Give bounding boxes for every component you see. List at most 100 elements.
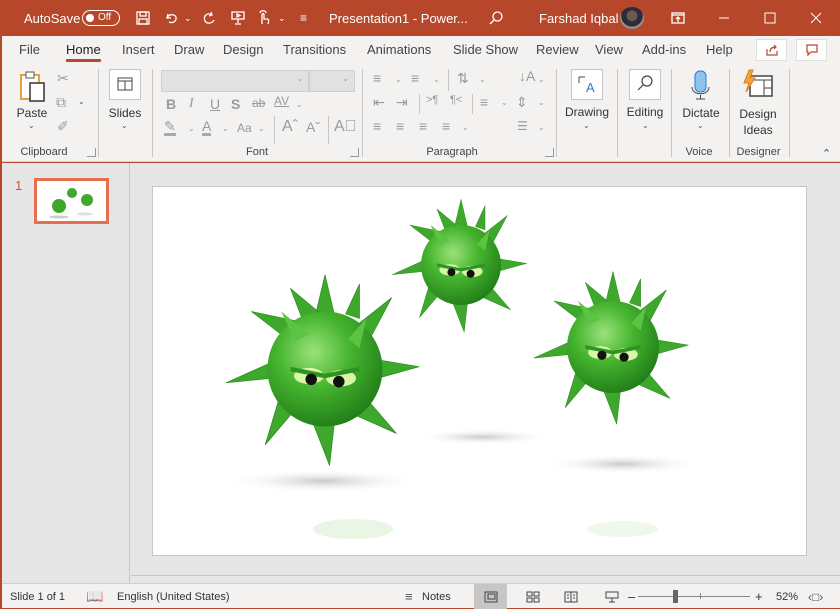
customize-qat-icon[interactable]: ≡ — [300, 0, 307, 36]
close-button[interactable] — [793, 0, 839, 36]
tab-view[interactable]: View — [595, 36, 623, 64]
tab-design[interactable]: Design — [223, 36, 263, 64]
zoom-level[interactable]: 52% — [776, 584, 798, 609]
font-color-icon[interactable]: A — [202, 119, 212, 136]
redo-button[interactable] — [198, 0, 220, 36]
drawing-chevron-icon[interactable]: ⌄ — [583, 121, 590, 130]
font-size-combo[interactable]: ⌄ — [309, 70, 355, 92]
undo-dropdown-chevron-icon[interactable]: ⌄ — [184, 0, 192, 36]
decrease-font-size-icon[interactable]: Aˇ — [306, 119, 320, 135]
increase-font-size-icon[interactable]: Aˆ — [282, 118, 298, 136]
character-spacing-icon[interactable]: AV — [274, 94, 289, 108]
highlight-chevron-icon[interactable]: ⌄ — [188, 124, 195, 133]
save-button[interactable] — [132, 0, 154, 36]
align-right-icon[interactable]: ≡ — [419, 118, 427, 134]
notes-button[interactable]: Notes — [422, 584, 451, 609]
touch-mode-chevron-icon[interactable]: ⌄ — [278, 0, 286, 36]
autosave-toggle[interactable]: Off — [82, 10, 120, 26]
design-ideas-button[interactable] — [742, 69, 776, 101]
justify-icon[interactable]: ≡ — [442, 118, 450, 134]
clear-formatting-icon[interactable]: A⃘ — [334, 118, 357, 136]
spelling-check-icon[interactable]: 📖 — [86, 584, 103, 609]
tab-add-ins[interactable]: Add-ins — [642, 36, 686, 64]
highlight-icon[interactable]: ✎ — [164, 119, 176, 136]
increase-indent-icon[interactable]: ⇥ — [396, 94, 408, 111]
maximize-button[interactable] — [747, 0, 793, 36]
drawing-label[interactable]: Drawing — [563, 105, 611, 119]
zoom-out-button[interactable]: – — [628, 584, 635, 609]
align-text-icon[interactable]: ⇕ — [516, 94, 528, 111]
dictate-button[interactable] — [686, 69, 716, 103]
slides-chevron-icon[interactable]: ⌄ — [121, 121, 128, 130]
convert-to-smartart-icon[interactable]: ☰ — [517, 119, 528, 133]
numbering-icon[interactable]: ≡ — [411, 70, 419, 86]
slide-canvas[interactable] — [152, 186, 807, 556]
tab-draw[interactable]: Draw — [174, 36, 204, 64]
line-spacing-icon[interactable]: ⇅ — [457, 70, 469, 87]
language-indicator[interactable]: English (United States) — [117, 584, 230, 609]
columns-chevron-icon[interactable]: ⌄ — [501, 98, 508, 107]
editing-label[interactable]: Editing — [622, 105, 668, 119]
smartart-chevron-icon[interactable]: ⌄ — [538, 123, 545, 132]
slide-thumbnail[interactable] — [34, 178, 109, 224]
comments-button[interactable] — [796, 39, 827, 61]
italic-icon[interactable]: I — [189, 96, 194, 112]
tab-review[interactable]: Review — [536, 36, 579, 64]
columns-icon[interactable]: ≡ — [480, 94, 488, 110]
editing-button[interactable] — [629, 69, 661, 100]
zoom-slider[interactable] — [638, 596, 750, 597]
paragraph-launcher-icon[interactable] — [545, 148, 554, 157]
text-direction-chevron-icon[interactable]: ⌄ — [538, 75, 545, 84]
format-painter-icon[interactable]: ✐ — [57, 118, 69, 135]
share-button[interactable] — [756, 39, 787, 61]
copy-icon[interactable]: ⧉ — [56, 94, 66, 111]
slides-label[interactable]: Slides — [106, 106, 144, 120]
zoom-slider-thumb[interactable] — [673, 590, 678, 603]
align-left-icon[interactable]: ≡ — [373, 118, 381, 134]
font-launcher-icon[interactable] — [350, 148, 359, 157]
font-name-combo[interactable]: ⌄ — [161, 70, 309, 92]
user-name[interactable]: Farshad Iqbal — [539, 0, 619, 36]
notes-icon[interactable]: ≡ — [405, 584, 413, 609]
editing-chevron-icon[interactable]: ⌄ — [642, 121, 649, 130]
bullets-chevron-icon[interactable]: ⌄ — [395, 75, 402, 84]
right-to-left-icon[interactable]: ¶< — [450, 94, 462, 106]
align-center-icon[interactable]: ≡ — [396, 118, 404, 134]
change-case-chevron-icon[interactable]: ⌄ — [258, 124, 265, 133]
spacing-chevron-icon[interactable]: ⌄ — [296, 100, 303, 109]
slide-sorter-button[interactable] — [516, 584, 549, 609]
text-direction-icon[interactable]: ↓A — [519, 68, 535, 84]
dictate-label[interactable]: Dictate — [679, 106, 723, 120]
cut-icon[interactable]: ✂ — [57, 70, 69, 87]
paste-dropdown-chevron-icon[interactable]: ⌄ — [28, 121, 35, 130]
font-color-chevron-icon[interactable]: ⌄ — [222, 124, 229, 133]
bold-icon[interactable]: B — [166, 96, 176, 112]
underline-icon[interactable]: U — [210, 96, 220, 112]
tab-help[interactable]: Help — [706, 36, 733, 64]
touch-mode-button[interactable] — [253, 0, 275, 36]
decrease-indent-icon[interactable]: ⇤ — [373, 94, 385, 111]
fit-to-window-icon[interactable]: ‹□› — [808, 584, 823, 609]
new-slide-button[interactable] — [109, 69, 141, 100]
slide-show-button[interactable] — [595, 584, 628, 609]
shadow-icon[interactable]: S — [231, 96, 240, 112]
tab-slide-show[interactable]: Slide Show — [453, 36, 518, 64]
search-button[interactable] — [485, 0, 507, 36]
numbering-chevron-icon[interactable]: ⌄ — [433, 75, 440, 84]
undo-button[interactable] — [161, 0, 183, 36]
line-spacing-chevron-icon[interactable]: ⌄ — [479, 75, 486, 84]
reading-view-button[interactable] — [554, 584, 587, 609]
bullets-icon[interactable]: ≡ — [373, 70, 381, 86]
paste-button[interactable] — [18, 70, 48, 104]
paste-label[interactable]: Paste — [16, 106, 48, 120]
change-case-icon[interactable]: Aa — [237, 121, 252, 135]
tab-transitions[interactable]: Transitions — [283, 36, 346, 64]
ribbon-display-options-button[interactable] — [667, 0, 689, 36]
align-text-chevron-icon[interactable]: ⌄ — [538, 98, 545, 107]
avatar[interactable] — [620, 7, 644, 29]
tab-animations[interactable]: Animations — [367, 36, 431, 64]
strikethrough-icon[interactable]: ab — [252, 96, 265, 110]
collapse-ribbon-icon[interactable]: ⌃ — [822, 147, 831, 160]
tab-file[interactable]: File — [19, 36, 40, 64]
normal-view-button[interactable] — [474, 584, 507, 609]
